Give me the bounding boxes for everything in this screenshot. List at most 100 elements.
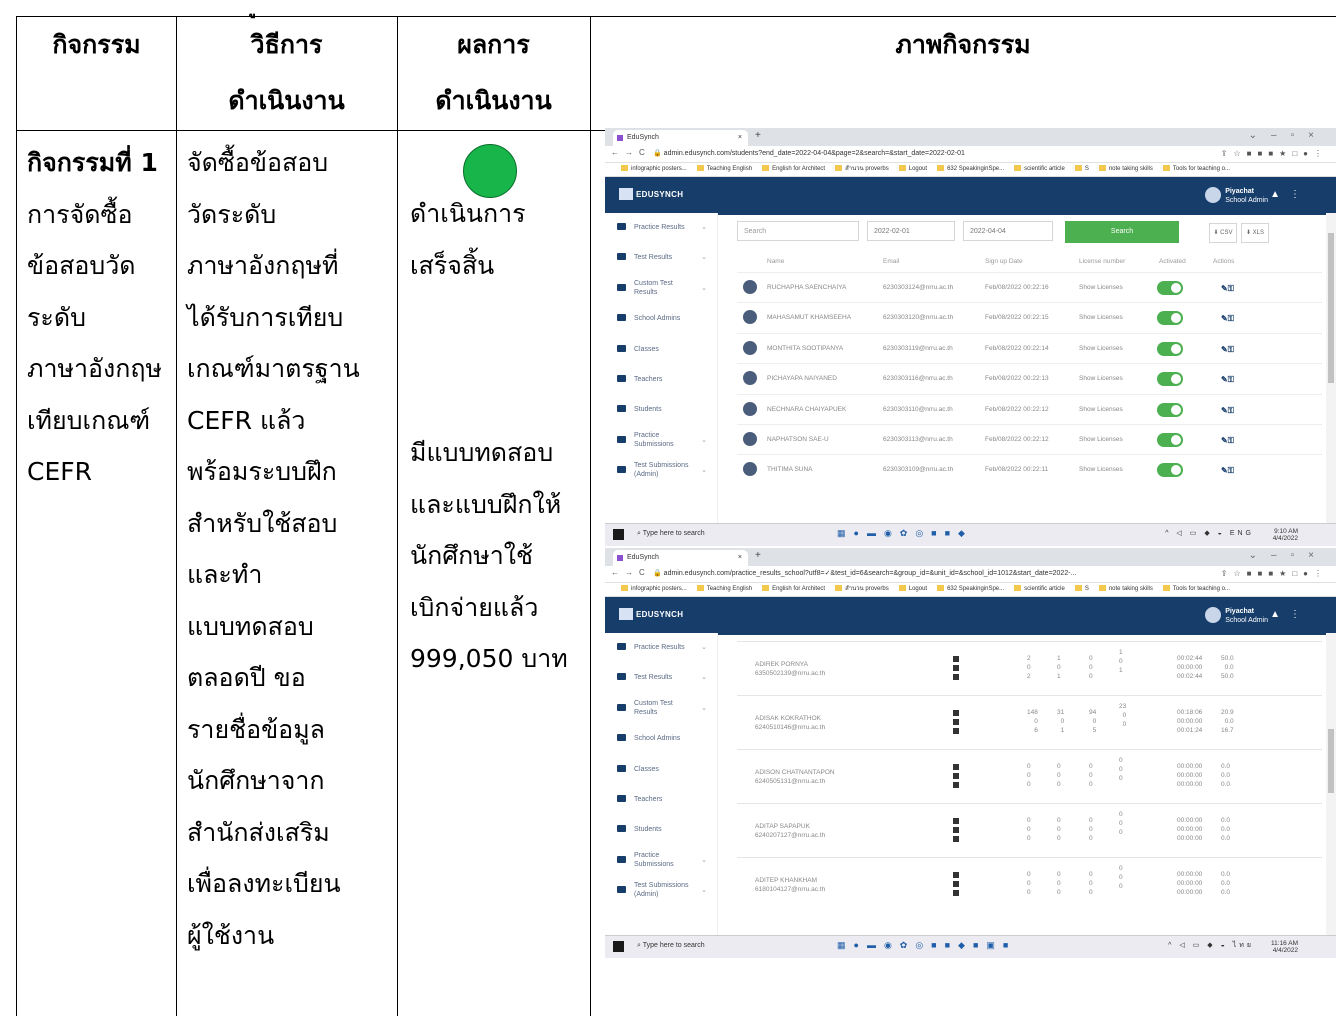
windows-start-icon[interactable]	[613, 529, 624, 540]
activated-toggle[interactable]	[1157, 341, 1183, 356]
url-field[interactable]: 🔒 admin.edusynch.com/students?end_date=2…	[653, 148, 1243, 160]
sidebar-item[interactable]: Practice Submissions ⌄	[605, 426, 717, 456]
taskbar-search[interactable]: ⌕ Type here to search	[637, 942, 705, 950]
sidebar-item[interactable]: Teachers	[605, 785, 717, 815]
nav-buttons-icon[interactable]: ←→C	[611, 148, 651, 157]
bookmark-item[interactable]: 632 SpeakinginSpe...	[937, 165, 1004, 172]
scrollbar[interactable]	[1326, 633, 1336, 936]
sidebar-item[interactable]: Practice Results ⌄	[605, 633, 717, 663]
nav-buttons-icon[interactable]: ←→C	[611, 568, 651, 577]
windows-start-icon[interactable]	[613, 941, 624, 952]
bookmark-item[interactable]: scientific article	[1014, 165, 1065, 172]
taskbar-apps[interactable]: ▦●▬◉✿◎■■◆■▣■	[837, 940, 1016, 951]
sidebar-item[interactable]: Test Submissions (Admin) ⌄	[605, 456, 717, 486]
sidebar-item[interactable]: Teachers	[605, 365, 717, 395]
edit-key-icon[interactable]: ✎⚿	[1221, 284, 1234, 294]
sidebar-item[interactable]: Test Results ⌄	[605, 243, 717, 273]
show-licenses-link[interactable]: Show Licenses	[1079, 436, 1123, 443]
window-controls[interactable]: ⌄–▫×	[1249, 130, 1328, 141]
sidebar-item[interactable]: Custom Test Results ⌄	[605, 694, 717, 724]
taskbar-apps[interactable]: ▦●▬◉✿◎■■◆	[837, 528, 973, 539]
sidebar-item[interactable]: Students	[605, 395, 717, 425]
bookmark-item[interactable]: S	[1074, 165, 1089, 172]
bookmark-item[interactable]: Teaching English	[696, 165, 752, 172]
bookmark-item[interactable]: Logout	[898, 165, 927, 172]
activated-toggle[interactable]	[1157, 402, 1183, 417]
browser-tab[interactable]: EduSynch ×	[613, 550, 748, 566]
show-licenses-link[interactable]: Show Licenses	[1079, 345, 1123, 352]
col-email[interactable]: Email	[883, 258, 899, 265]
bookmark-item[interactable]: Tools for teaching o...	[1162, 165, 1230, 172]
sidebar-item[interactable]: Classes	[605, 755, 717, 785]
col-signup[interactable]: Sign up Date	[985, 258, 1023, 265]
user-menu[interactable]: Piyachat School Admin	[1205, 187, 1268, 205]
bookmark-item[interactable]: infographic posters...	[621, 585, 687, 592]
sidebar-item[interactable]: Practice Results ⌄	[605, 213, 717, 243]
bookmark-item[interactable]: scientific article	[1014, 585, 1065, 592]
sidebar-item[interactable]: Custom Test Results ⌄	[605, 274, 717, 304]
result-value: 0	[1057, 835, 1061, 842]
activated-toggle[interactable]	[1157, 372, 1183, 387]
activated-toggle[interactable]	[1157, 463, 1183, 478]
show-licenses-link[interactable]: Show Licenses	[1079, 284, 1123, 291]
bookmark-item[interactable]: สำนวน proverbs	[835, 165, 889, 172]
activated-toggle[interactable]	[1157, 433, 1183, 447]
end-date-field[interactable]: 2022-04-04	[963, 221, 1053, 241]
bookmark-item[interactable]: infographic posters...	[621, 165, 687, 172]
col-license[interactable]: License number	[1079, 258, 1125, 265]
show-licenses-link[interactable]: Show Licenses	[1079, 406, 1123, 413]
bookmark-item[interactable]: English for Architect	[762, 165, 825, 172]
url-field[interactable]: 🔒 admin.edusynch.com/practice_results_sc…	[653, 568, 1243, 580]
search-button[interactable]: Search	[1065, 221, 1179, 243]
window-controls[interactable]: ⌄–▫×	[1249, 550, 1328, 561]
sidebar-item[interactable]: Students	[605, 815, 717, 845]
browser-tab[interactable]: EduSynch ×	[613, 130, 748, 146]
bookmark-item[interactable]: note taking skills	[1098, 585, 1153, 592]
col-actions[interactable]: Actions	[1213, 258, 1234, 265]
activated-toggle[interactable]	[1157, 281, 1183, 295]
edit-key-icon[interactable]: ✎⚿	[1221, 406, 1234, 416]
sidebar-item[interactable]: Classes	[605, 335, 717, 365]
edit-key-icon[interactable]: ✎⚿	[1221, 345, 1234, 355]
sidebar-item[interactable]: School Admins	[605, 724, 717, 754]
bookmark-item[interactable]: Logout	[898, 585, 927, 592]
header-menu-icon[interactable]: ▲⋮	[1270, 189, 1310, 200]
col-name[interactable]: Name	[767, 258, 784, 265]
xls-download-button[interactable]: ⬇ XLS	[1241, 223, 1269, 243]
sidebar-item[interactable]: Test Submissions (Admin) ⌄	[605, 876, 717, 906]
search-input[interactable]: Search	[737, 221, 859, 241]
bookmark-item[interactable]: note taking skills	[1098, 165, 1153, 172]
show-licenses-link[interactable]: Show Licenses	[1079, 375, 1123, 382]
scrollbar[interactable]	[1326, 213, 1336, 524]
bookmark-item[interactable]: English for Architect	[762, 585, 825, 592]
edusynch-logo[interactable]: EDUSYNCH	[619, 608, 683, 620]
close-tab-icon[interactable]: ×	[738, 130, 742, 146]
user-menu[interactable]: Piyachat School Admin	[1205, 607, 1268, 625]
new-tab-icon[interactable]: +	[755, 130, 761, 141]
header-menu-icon[interactable]: ▲⋮	[1270, 609, 1310, 620]
activated-toggle[interactable]	[1157, 311, 1183, 326]
bookmark-item[interactable]: 632 SpeakinginSpe...	[937, 585, 1004, 592]
sidebar-item[interactable]: Practice Submissions ⌄	[605, 846, 717, 876]
sidebar-item[interactable]: Test Results ⌄	[605, 663, 717, 693]
edusynch-logo[interactable]: EDUSYNCH	[619, 188, 683, 200]
edit-key-icon[interactable]: ✎⚿	[1221, 466, 1234, 476]
csv-download-button[interactable]: ⬇ CSV	[1209, 223, 1237, 243]
new-tab-icon[interactable]: +	[755, 550, 761, 561]
sidebar-item[interactable]: School Admins	[605, 304, 717, 334]
edit-key-icon[interactable]: ✎⚿	[1221, 375, 1234, 385]
col-activated[interactable]: Activated	[1159, 258, 1186, 265]
bookmark-item[interactable]: S	[1074, 585, 1089, 592]
bookmark-item[interactable]: Tools for teaching o...	[1162, 585, 1230, 592]
extension-icons[interactable]: ⇪☆■■■★□●⋮	[1221, 569, 1328, 578]
show-licenses-link[interactable]: Show Licenses	[1079, 466, 1123, 473]
bookmark-item[interactable]: Teaching English	[696, 585, 752, 592]
bookmark-item[interactable]: สำนวน proverbs	[835, 585, 889, 592]
taskbar-search[interactable]: ⌕ Type here to search	[637, 530, 705, 538]
edit-key-icon[interactable]: ✎⚿	[1221, 436, 1234, 446]
show-licenses-link[interactable]: Show Licenses	[1079, 314, 1123, 321]
edit-key-icon[interactable]: ✎⚿	[1221, 314, 1234, 324]
start-date-field[interactable]: 2022-02-01	[867, 221, 955, 241]
extension-icons[interactable]: ⇪☆■■■★□●⋮	[1221, 149, 1328, 158]
close-tab-icon[interactable]: ×	[738, 550, 742, 566]
